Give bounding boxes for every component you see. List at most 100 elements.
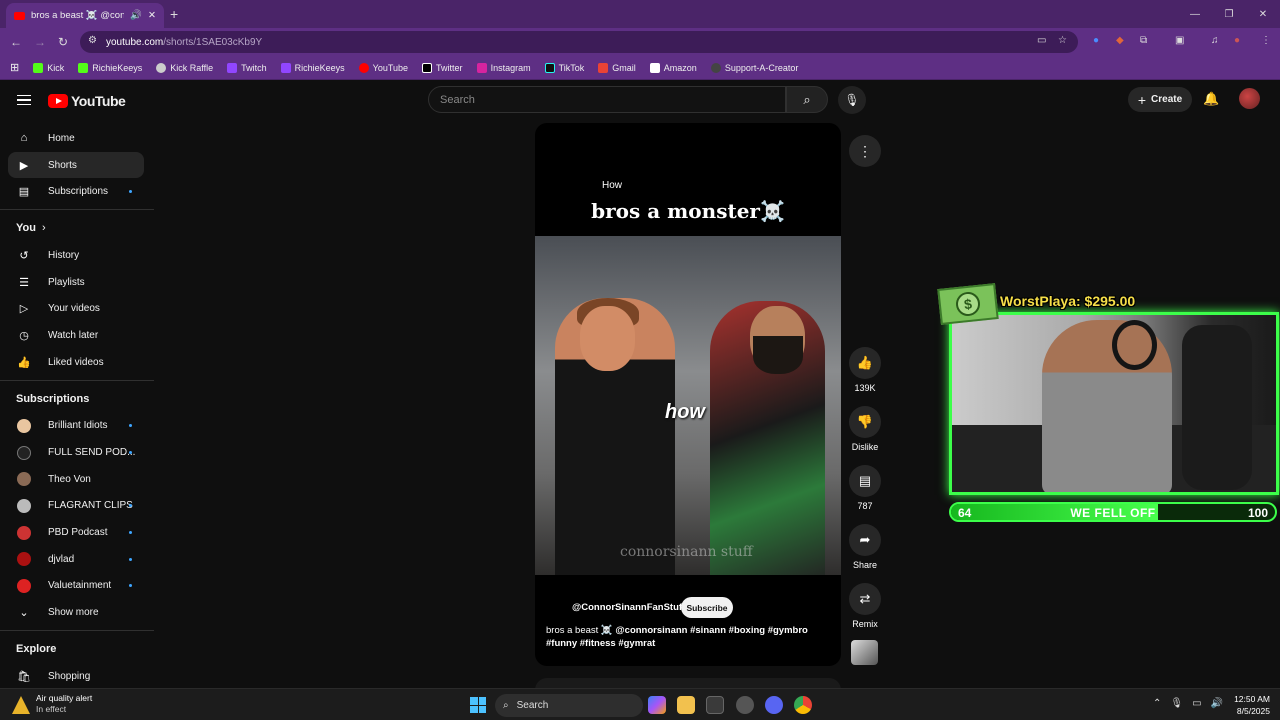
weather-widget[interactable]: Air quality alert In effect: [12, 693, 92, 715]
sidebar-channel-brilliant-idiots[interactable]: Brilliant Idiots: [0, 413, 154, 440]
copilot-icon[interactable]: [648, 696, 666, 714]
chrome-icon[interactable]: [794, 696, 812, 714]
bookmark-star-icon[interactable]: ☆: [1058, 35, 1067, 46]
install-app-icon[interactable]: ▭: [1037, 35, 1046, 46]
hamburger-menu-icon[interactable]: [17, 95, 31, 105]
bookmark-twitter[interactable]: Twitter: [422, 62, 463, 73]
profile-icon[interactable]: ●: [1234, 35, 1240, 46]
shorts-player[interactable]: How bros a monster☠️ how connorsinann st…: [535, 123, 841, 666]
new-content-dot: [129, 190, 132, 194]
channel-name: FLAGRANT CLIPS: [48, 500, 133, 512]
voice-search-button[interactable]: 🎙: [838, 86, 866, 114]
side-panel-icon[interactable]: ▣: [1175, 35, 1184, 46]
volume-icon[interactable]: 🔊: [1211, 698, 1223, 709]
sidebar-item-label: Home: [48, 132, 75, 144]
like-button[interactable]: 👍 139K: [845, 347, 885, 393]
bookmark-kick-raffle[interactable]: Kick Raffle: [156, 62, 213, 73]
app-icon[interactable]: [736, 696, 754, 714]
sidebar-item-home[interactable]: ⌂ Home: [0, 125, 154, 152]
start-button[interactable]: [470, 697, 486, 713]
video-head-left: [580, 306, 635, 371]
sidebar-item-playlists[interactable]: ☰ Playlists: [0, 269, 154, 296]
chevron-up-icon[interactable]: ⌃: [1153, 698, 1161, 709]
channel-handle[interactable]: @ConnorSinannFanStuff: [572, 602, 685, 613]
menu-kebab-icon[interactable]: ⋮: [1261, 35, 1271, 46]
comments-button[interactable]: ▤ 787: [845, 465, 885, 511]
taskbar-search[interactable]: ⌕ Search: [495, 694, 643, 717]
youtube-logo[interactable]: YouTube: [48, 93, 126, 109]
sidebar-item-subscriptions[interactable]: ▤ Subscriptions: [0, 178, 154, 205]
your-videos-icon: ▷: [19, 303, 29, 316]
minimize-button[interactable]: —: [1178, 0, 1212, 28]
sidebar-item-watch-later[interactable]: ◷ Watch later: [0, 322, 154, 349]
notifications-bell-icon[interactable]: 🔔: [1203, 91, 1219, 107]
bookmark-richiekeeys-twitch[interactable]: RichieKeeys: [280, 62, 345, 73]
bookmarks-bar: ⊞ Kick RichieKeeys Kick Raffle Twitch Ri…: [0, 56, 1280, 80]
create-button[interactable]: + Create: [1128, 87, 1192, 112]
bookmark-tiktok[interactable]: TikTok: [544, 62, 584, 73]
tab-audio-icon[interactable]: 🔊: [130, 10, 142, 21]
sidebar-divider: [0, 630, 154, 631]
sound-thumbnail[interactable]: [851, 640, 878, 665]
sidebar-show-more[interactable]: ⌄ Show more: [0, 599, 154, 626]
weather-title: Air quality alert: [36, 693, 93, 703]
site-info-icon[interactable]: ⚙: [88, 35, 97, 46]
extension-icon[interactable]: ◆: [1116, 35, 1124, 46]
sidebar-channel-pbd-podcast[interactable]: PBD Podcast: [0, 519, 154, 546]
file-explorer-icon[interactable]: [677, 696, 695, 714]
history-icon: ↺: [19, 249, 29, 262]
reload-icon[interactable]: ↻: [58, 35, 68, 49]
microphone-icon[interactable]: 🎙: [1170, 698, 1183, 709]
account-avatar[interactable]: [1239, 88, 1260, 109]
restore-button[interactable]: ❐: [1212, 0, 1246, 28]
remix-icon: ⇄: [849, 583, 881, 615]
channel-avatar: [17, 445, 31, 460]
bookmark-support-a-creator[interactable]: Support-A-Creator: [710, 62, 798, 73]
sidebar-channel-full-send-podcast[interactable]: FULL SEND POD...: [0, 439, 154, 466]
subscribe-button[interactable]: Subscribe: [681, 597, 733, 618]
sidebar-item-history[interactable]: ↺ History: [0, 242, 154, 269]
sidebar-item-shorts[interactable]: ▶ Shorts: [8, 151, 144, 179]
bookmark-richiekeeys[interactable]: RichieKeeys: [78, 62, 142, 73]
system-clock[interactable]: 12:50 AM 8/5/2025: [1230, 693, 1270, 717]
bookmark-gmail[interactable]: Gmail: [598, 62, 636, 73]
extension-icon[interactable]: ●: [1093, 35, 1099, 46]
close-window-button[interactable]: ✕: [1246, 0, 1280, 28]
sidebar-channel-djvlad[interactable]: djvlad: [0, 546, 154, 573]
network-icon[interactable]: ▭: [1192, 698, 1201, 709]
sidebar-item-label: History: [48, 249, 80, 261]
search-input[interactable]: Search: [428, 86, 786, 113]
sidebar-channel-flagrant-clips[interactable]: FLAGRANT CLIPS: [0, 493, 154, 520]
tab-close-icon[interactable]: ✕: [148, 10, 156, 21]
bookmark-amazon[interactable]: Amazon: [649, 62, 697, 73]
address-bar[interactable]: youtube.com/shorts/1SAE03cKb9Y: [80, 31, 1078, 53]
sidebar-you-header[interactable]: You ›: [0, 214, 154, 242]
apps-grid-icon[interactable]: ⊞: [10, 61, 19, 74]
remix-button[interactable]: ⇄ Remix: [845, 583, 885, 629]
dislike-button[interactable]: 👎 Dislike: [845, 406, 885, 452]
video-frame[interactable]: how connorsinann stuff: [535, 236, 841, 575]
donation-alert-text: WorstPlaya: $295.00: [1000, 293, 1136, 309]
media-controls-icon[interactable]: ♫: [1211, 35, 1219, 46]
new-tab-button[interactable]: +: [170, 6, 178, 22]
more-options-button[interactable]: ⋮: [849, 135, 881, 167]
app-icon[interactable]: [706, 696, 724, 714]
bookmark-youtube[interactable]: YouTube: [358, 62, 408, 73]
browser-tab-active[interactable]: bros a beast ☠️ @connorsi 🔊 ✕: [6, 3, 164, 28]
extensions-puzzle-icon[interactable]: ⧉: [1140, 35, 1147, 46]
sidebar-item-liked-videos[interactable]: 👍 Liked videos: [0, 349, 154, 376]
bookmark-kick[interactable]: Kick: [33, 62, 64, 73]
bookmark-twitch[interactable]: Twitch: [227, 62, 267, 73]
forward-icon[interactable]: →: [34, 35, 46, 49]
search-button[interactable]: ⌕: [786, 86, 828, 113]
sidebar-channel-valuetainment[interactable]: Valuetainment: [0, 573, 154, 600]
sidebar-item-your-videos[interactable]: ▷ Your videos: [0, 295, 154, 322]
sidebar-channel-theo-von[interactable]: Theo Von: [0, 466, 154, 493]
share-button[interactable]: ➦ Share: [845, 524, 885, 570]
sidebar-item-shopping[interactable]: 🛍 Shopping: [0, 663, 154, 690]
discord-icon[interactable]: [765, 696, 783, 714]
bookmark-instagram[interactable]: Instagram: [476, 62, 531, 73]
channel-name: FULL SEND POD...: [48, 447, 136, 459]
back-icon[interactable]: ←: [10, 35, 22, 49]
sidebar-divider: [0, 209, 154, 211]
